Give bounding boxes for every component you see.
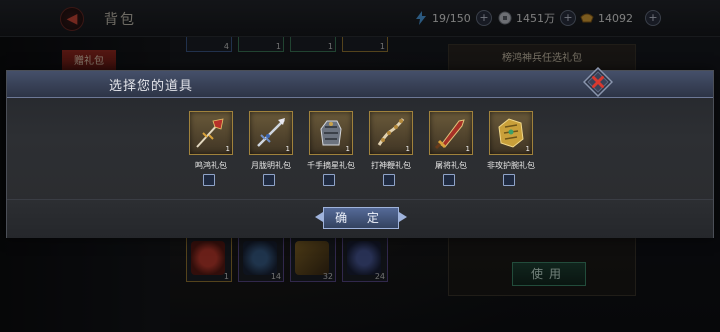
dialog-footer: 确 定 [7,199,713,238]
select-item-dialog: 选择您的道具 1 鸣鸿礼包 1 月胧明礼包 1 千手摘星礼包 1 打神鞭礼包 1… [6,66,714,238]
item-choice[interactable]: 1 月胧明礼包 [247,111,295,191]
item-checkbox[interactable] [503,174,515,186]
broad-sword-icon [434,119,465,150]
item-name: 打神鞭礼包 [371,161,411,170]
item-slot[interactable]: 1 [189,111,233,155]
confirm-button[interactable]: 确 定 [323,207,399,229]
item-slot[interactable]: 1 [429,111,473,155]
item-name: 非攻护腕礼包 [487,161,535,170]
item-name: 月胧明礼包 [251,161,291,170]
item-slot[interactable]: 1 [369,111,413,155]
gauntlet-icon [320,120,342,146]
item-checkbox[interactable] [263,174,275,186]
golden-bracer-icon [498,118,524,148]
item-slot[interactable]: 1 [309,111,353,155]
item-choice[interactable]: 1 打神鞭礼包 [367,111,415,191]
moon-spear-icon [257,118,285,147]
item-checkbox[interactable] [203,174,215,186]
item-choice[interactable]: 1 屠将礼包 [427,111,475,191]
item-checkbox[interactable] [383,174,395,186]
item-choice[interactable]: 1 千手摘星礼包 [307,111,355,191]
dialog-title: 选择您的道具 [109,79,194,94]
item-choice-row: 1 鸣鸿礼包 1 月胧明礼包 1 千手摘星礼包 1 打神鞭礼包 1 屠将礼包 1… [7,111,713,191]
item-checkbox[interactable] [323,174,335,186]
item-name: 屠将礼包 [435,161,467,170]
close-button[interactable] [582,66,614,98]
item-name: 鸣鸿礼包 [195,161,227,170]
segmented-whip-icon [377,118,405,146]
item-slot[interactable]: 1 [489,111,533,155]
close-icon [582,66,614,98]
item-choice[interactable]: 1 非攻护腕礼包 [487,111,535,191]
item-checkbox[interactable] [443,174,455,186]
item-choice[interactable]: 1 鸣鸿礼包 [187,111,235,191]
item-name: 千手摘星礼包 [307,161,355,170]
crimson-blade-icon [196,118,224,148]
item-slot[interactable]: 1 [249,111,293,155]
